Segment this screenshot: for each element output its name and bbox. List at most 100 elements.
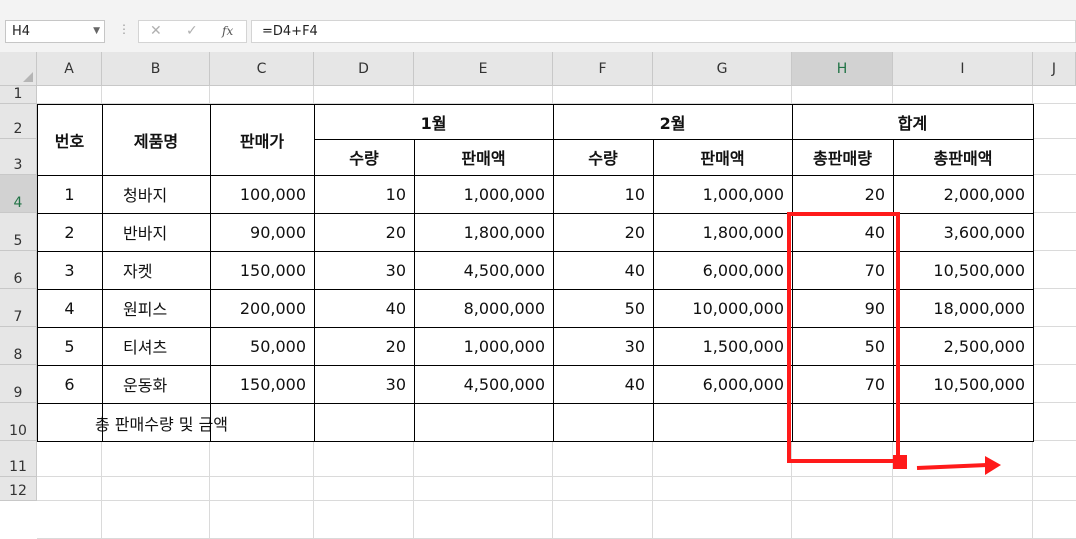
table-cell-no[interactable]: 2 bbox=[37, 213, 102, 251]
table-cell-price[interactable]: 200,000 bbox=[210, 289, 314, 327]
table-cell-jan-qty[interactable]: 40 bbox=[314, 289, 414, 327]
table-cell-feb-qty[interactable]: 10 bbox=[553, 175, 653, 213]
table-border bbox=[314, 139, 1034, 140]
row-header-10[interactable]: 10 bbox=[0, 403, 37, 441]
table-cell-jan-qty[interactable]: 10 bbox=[314, 175, 414, 213]
header-price[interactable]: 판매가 bbox=[210, 104, 314, 175]
table-border bbox=[37, 104, 38, 442]
table-cell-product[interactable]: 반바지 bbox=[102, 213, 210, 251]
row-header-9[interactable]: 9 bbox=[0, 365, 37, 403]
row-header-4[interactable]: 4 bbox=[0, 175, 37, 213]
table-cell-price[interactable]: 150,000 bbox=[210, 251, 314, 289]
formula-input[interactable]: =D4+F4 bbox=[251, 20, 1076, 43]
table-cell-feb-amt[interactable]: 6,000,000 bbox=[653, 365, 792, 403]
name-box-value: H4 bbox=[12, 24, 31, 39]
column-header-f[interactable]: F bbox=[553, 52, 653, 86]
row-header-1[interactable]: 1 bbox=[0, 86, 37, 104]
table-cell-jan-qty[interactable]: 30 bbox=[314, 365, 414, 403]
table-cell-no[interactable]: 1 bbox=[37, 175, 102, 213]
footer-cell[interactable] bbox=[314, 403, 414, 441]
header-no[interactable]: 번호 bbox=[37, 104, 102, 175]
row-header-11[interactable]: 11 bbox=[0, 441, 37, 477]
table-cell-feb-amt[interactable]: 1,500,000 bbox=[653, 327, 792, 365]
table-cell-price[interactable]: 150,000 bbox=[210, 365, 314, 403]
header-total-qty[interactable]: 총판매량 bbox=[792, 139, 893, 175]
table-cell-jan-amt[interactable]: 4,500,000 bbox=[414, 251, 553, 289]
table-cell-product[interactable]: 티셔츠 bbox=[102, 327, 210, 365]
insert-function-icon[interactable]: fx bbox=[222, 24, 233, 38]
row-header-8[interactable]: 8 bbox=[0, 327, 37, 365]
table-cell-total-amt[interactable]: 10,500,000 bbox=[893, 365, 1033, 403]
header-jan-qty[interactable]: 수량 bbox=[314, 139, 414, 175]
column-header-d[interactable]: D bbox=[314, 52, 414, 86]
header-feb[interactable]: 2월 bbox=[553, 104, 792, 139]
table-cell-product[interactable]: 원피스 bbox=[102, 289, 210, 327]
column-header-j[interactable]: J bbox=[1033, 52, 1076, 86]
footer-label[interactable]: 총 판매수량 및 금액 bbox=[37, 403, 314, 441]
table-cell-no[interactable]: 6 bbox=[37, 365, 102, 403]
table-cell-price[interactable]: 100,000 bbox=[210, 175, 314, 213]
enter-icon[interactable]: ✓ bbox=[186, 23, 198, 39]
footer-cell[interactable] bbox=[893, 403, 1033, 441]
row-header-2[interactable]: 2 bbox=[0, 104, 37, 139]
table-border bbox=[553, 104, 554, 442]
table-cell-feb-amt[interactable]: 1,000,000 bbox=[653, 175, 792, 213]
header-feb-qty[interactable]: 수량 bbox=[553, 139, 653, 175]
table-cell-product[interactable]: 자켓 bbox=[102, 251, 210, 289]
table-cell-total-qty[interactable]: 20 bbox=[792, 175, 893, 213]
table-cell-no[interactable]: 4 bbox=[37, 289, 102, 327]
column-header-b[interactable]: B bbox=[102, 52, 210, 86]
table-cell-jan-amt[interactable]: 8,000,000 bbox=[414, 289, 553, 327]
row-header-6[interactable]: 6 bbox=[0, 251, 37, 289]
table-cell-total-amt[interactable]: 2,000,000 bbox=[893, 175, 1033, 213]
table-cell-total-amt[interactable]: 10,500,000 bbox=[893, 251, 1033, 289]
header-feb-amt[interactable]: 판매액 bbox=[653, 139, 792, 175]
table-cell-no[interactable]: 5 bbox=[37, 327, 102, 365]
column-header-i[interactable]: I bbox=[893, 52, 1033, 86]
table-cell-jan-qty[interactable]: 30 bbox=[314, 251, 414, 289]
table-cell-jan-amt[interactable]: 1,800,000 bbox=[414, 213, 553, 251]
table-cell-feb-qty[interactable]: 20 bbox=[553, 213, 653, 251]
table-cell-total-amt[interactable]: 3,600,000 bbox=[893, 213, 1033, 251]
table-cell-feb-qty[interactable]: 40 bbox=[553, 365, 653, 403]
footer-cell[interactable] bbox=[414, 403, 553, 441]
row-header-7[interactable]: 7 bbox=[0, 289, 37, 327]
column-header-e[interactable]: E bbox=[414, 52, 553, 86]
table-cell-feb-qty[interactable]: 30 bbox=[553, 327, 653, 365]
table-cell-jan-qty[interactable]: 20 bbox=[314, 327, 414, 365]
table-cell-price[interactable]: 90,000 bbox=[210, 213, 314, 251]
name-box[interactable]: H4 ▼ bbox=[5, 20, 105, 43]
header-total[interactable]: 합계 bbox=[792, 104, 1033, 139]
footer-cell[interactable] bbox=[553, 403, 653, 441]
table-cell-feb-qty[interactable]: 40 bbox=[553, 251, 653, 289]
table-cell-jan-qty[interactable]: 20 bbox=[314, 213, 414, 251]
header-jan[interactable]: 1월 bbox=[314, 104, 553, 139]
table-cell-total-amt[interactable]: 2,500,000 bbox=[893, 327, 1033, 365]
cancel-icon[interactable]: ✕ bbox=[150, 23, 162, 39]
column-header-h[interactable]: H bbox=[792, 52, 893, 86]
table-cell-product[interactable]: 청바지 bbox=[102, 175, 210, 213]
table-cell-jan-amt[interactable]: 1,000,000 bbox=[414, 327, 553, 365]
table-cell-feb-qty[interactable]: 50 bbox=[553, 289, 653, 327]
header-product[interactable]: 제품명 bbox=[102, 104, 210, 175]
row-header-3[interactable]: 3 bbox=[0, 139, 37, 175]
table-cell-total-amt[interactable]: 18,000,000 bbox=[893, 289, 1033, 327]
table-cell-feb-amt[interactable]: 10,000,000 bbox=[653, 289, 792, 327]
row-header-5[interactable]: 5 bbox=[0, 213, 37, 251]
header-jan-amt[interactable]: 판매액 bbox=[414, 139, 553, 175]
table-cell-jan-amt[interactable]: 4,500,000 bbox=[414, 365, 553, 403]
chevron-down-icon[interactable]: ▼ bbox=[93, 21, 100, 42]
table-cell-no[interactable]: 3 bbox=[37, 251, 102, 289]
table-cell-product[interactable]: 운동화 bbox=[102, 365, 210, 403]
select-all-corner[interactable] bbox=[0, 52, 37, 86]
row-header-12[interactable]: 12 bbox=[0, 477, 37, 501]
header-total-amt[interactable]: 총판매액 bbox=[893, 139, 1033, 175]
footer-cell[interactable] bbox=[653, 403, 792, 441]
table-cell-price[interactable]: 50,000 bbox=[210, 327, 314, 365]
column-header-g[interactable]: G bbox=[653, 52, 792, 86]
column-header-c[interactable]: C bbox=[210, 52, 314, 86]
table-cell-feb-amt[interactable]: 1,800,000 bbox=[653, 213, 792, 251]
table-cell-feb-amt[interactable]: 6,000,000 bbox=[653, 251, 792, 289]
table-cell-jan-amt[interactable]: 1,000,000 bbox=[414, 175, 553, 213]
column-header-a[interactable]: A bbox=[37, 52, 102, 86]
